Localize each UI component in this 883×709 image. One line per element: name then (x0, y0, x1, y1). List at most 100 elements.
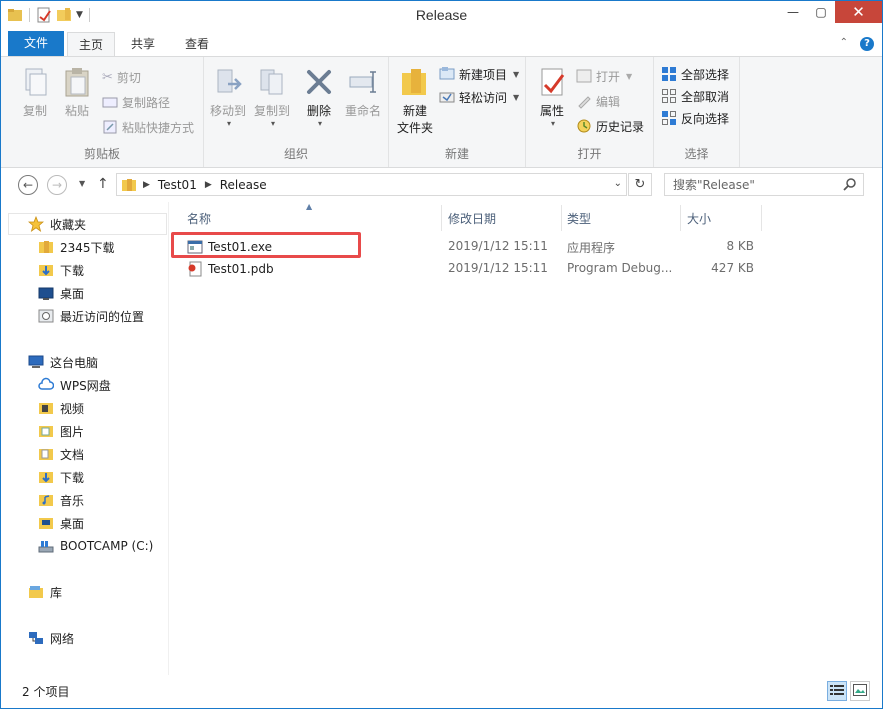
new-folder-label-line1: 新建 (402, 104, 427, 118)
properties-button[interactable]: 属性 ▾ (532, 66, 572, 128)
nav-network[interactable]: 网络 (28, 628, 74, 648)
back-button[interactable]: ← (18, 175, 38, 195)
close-button[interactable]: ✕ (835, 1, 882, 23)
new-item-button[interactable]: 新建项目 ▼ (439, 64, 519, 84)
edit-icon (576, 93, 592, 109)
delete-x-icon (303, 66, 335, 98)
move-to-icon (212, 66, 244, 98)
edit-button[interactable]: 编辑 (576, 91, 620, 111)
copy-to-button[interactable]: 复制到 ▾ (250, 66, 294, 128)
nav-item-label: WPS网盘 (60, 378, 111, 393)
window-title: Release (415, 7, 468, 23)
select-none-icon (661, 88, 677, 104)
chevron-down-icon[interactable]: ⌄ (614, 178, 622, 189)
nav-item-label: 视频 (60, 401, 85, 416)
nav-item-label: 2345下载 (60, 240, 115, 255)
delete-button[interactable]: 删除 ▾ (299, 66, 339, 128)
search-input[interactable] (673, 177, 833, 192)
nav-item-desktop-pc[interactable]: 桌面 (38, 513, 84, 533)
nav-item-label: 下载 (60, 470, 85, 485)
nav-item-pictures[interactable]: 图片 (38, 421, 84, 441)
address-bar[interactable]: ▶ Test01 ▶ Release ⌄ (116, 173, 627, 196)
column-divider[interactable] (761, 205, 762, 231)
nav-libraries[interactable]: 库 (28, 582, 62, 602)
breadcrumb-separator-icon[interactable]: ▶ (205, 180, 212, 190)
file-size: 427 KB (711, 261, 754, 275)
rename-button[interactable]: 重命名 (341, 66, 385, 119)
paste-label: 粘贴 (64, 104, 89, 118)
paste-shortcut-button[interactable]: 粘贴快捷方式 (102, 117, 194, 137)
pictures-folder-icon (38, 423, 54, 439)
copy-path-label: 复制路径 (122, 95, 171, 110)
nav-item-wps-cloud[interactable]: WPS网盘 (38, 375, 111, 395)
file-size: 8 KB (726, 239, 754, 253)
organize-group-label: 组织 (283, 147, 308, 161)
highlight-annotation-box (171, 232, 361, 258)
open-icon (576, 68, 592, 84)
easy-access-label: 轻松访问 (459, 90, 508, 105)
arrow-up-icon: ↑ (97, 176, 109, 192)
open-group-label: 打开 (577, 147, 602, 161)
nav-item-documents[interactable]: 文档 (38, 444, 84, 464)
recent-locations-dropdown-icon[interactable]: ▼ (79, 179, 85, 188)
column-divider[interactable] (680, 205, 681, 231)
nav-item-recent-places[interactable]: 最近访问的位置 (38, 306, 144, 326)
view-toggle (827, 681, 870, 701)
history-button[interactable]: 历史记录 (576, 116, 644, 136)
minimize-button[interactable]: — (779, 1, 807, 23)
nav-item-downloads[interactable]: 下载 (38, 260, 84, 280)
tab-home[interactable]: 主页 (67, 32, 115, 58)
history-label: 历史记录 (596, 119, 645, 134)
copy-button[interactable]: 复制 (15, 66, 55, 119)
nav-item-desktop[interactable]: 桌面 (38, 283, 84, 303)
nav-item-2345-downloads[interactable]: 2345下载 (38, 237, 115, 257)
tab-share[interactable]: 共享 (119, 32, 167, 57)
breadcrumb-separator-icon[interactable]: ▶ (143, 180, 150, 190)
breadcrumb-release[interactable]: Release (220, 178, 267, 192)
details-view-button[interactable] (827, 681, 847, 701)
copy-path-button[interactable]: 复制路径 (102, 92, 170, 112)
tab-view[interactable]: 查看 (173, 32, 221, 57)
up-button[interactable]: ↑ (97, 176, 109, 192)
search-icon[interactable] (843, 177, 857, 191)
cut-button[interactable]: ✂ 剪切 (102, 67, 141, 87)
forward-button[interactable]: → (47, 175, 67, 195)
new-item-dropdown-icon: ▼ (513, 69, 520, 79)
search-box[interactable] (664, 173, 864, 196)
nav-this-pc[interactable]: 这台电脑 (28, 352, 98, 372)
new-group: 新建 文件夹 新建项目 ▼ 轻松访问 ▼ 新建 (389, 57, 526, 167)
properties-icon (536, 66, 568, 98)
new-folder-button[interactable]: 新建 文件夹 (393, 66, 437, 136)
tab-file[interactable]: 文件 (8, 31, 64, 57)
move-to-button[interactable]: 移动到 ▾ (206, 66, 250, 128)
column-header-type[interactable]: 类型 (567, 210, 591, 226)
paste-button[interactable]: 粘贴 (57, 66, 97, 119)
column-divider[interactable] (441, 205, 442, 231)
nav-item-videos[interactable]: 视频 (38, 398, 84, 418)
chevron-up-icon[interactable]: ⌃ (840, 37, 848, 51)
invert-selection-button[interactable]: 反向选择 (661, 108, 729, 128)
nav-item-music[interactable]: 音乐 (38, 490, 84, 510)
select-none-label: 全部取消 (681, 89, 730, 104)
breadcrumb-test01[interactable]: Test01 (158, 178, 197, 192)
rename-label: 重命名 (344, 104, 381, 118)
column-header-date[interactable]: 修改日期 (448, 210, 496, 226)
nav-item-drive-c[interactable]: BOOTCAMP (C:) (38, 536, 153, 556)
refresh-button[interactable]: ↻ (628, 173, 652, 196)
large-icons-view-button[interactable] (850, 681, 870, 701)
column-header-name[interactable]: 名称 (187, 210, 211, 226)
open-button[interactable]: 打开 ▼ (576, 66, 632, 86)
column-header-size[interactable]: 大小 (687, 210, 711, 226)
properties-label: 属性 (539, 104, 564, 118)
select-all-button[interactable]: 全部选择 (661, 64, 729, 84)
column-divider[interactable] (561, 205, 562, 231)
table-row[interactable]: Test01.pdb 2019/1/12 15:11 Program Debug… (169, 258, 882, 280)
network-icon (28, 630, 44, 646)
nav-favorites[interactable]: 收藏夹 (27, 214, 86, 234)
file-name: Test01.pdb (208, 262, 274, 276)
nav-item-downloads-pc[interactable]: 下载 (38, 467, 84, 487)
maximize-button[interactable]: ▢ (807, 1, 835, 23)
help-icon[interactable]: ? (860, 37, 874, 51)
select-none-button[interactable]: 全部取消 (661, 86, 729, 106)
easy-access-button[interactable]: 轻松访问 ▼ (439, 87, 519, 107)
